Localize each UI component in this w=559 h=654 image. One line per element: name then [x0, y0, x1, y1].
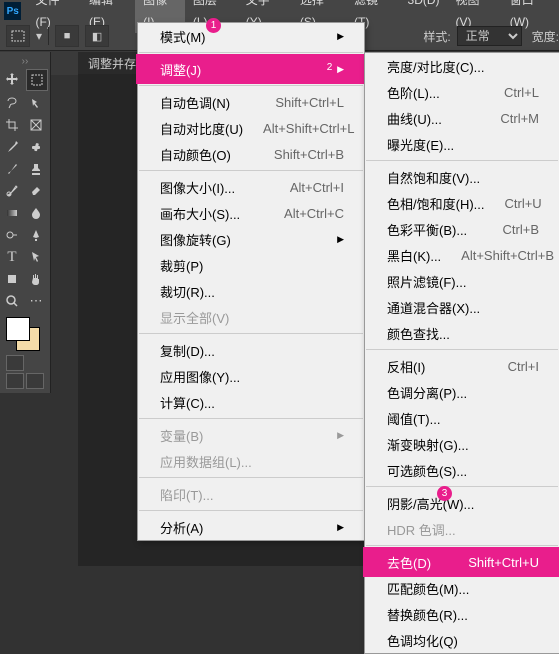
submenu-arrow-icon: ▶ [321, 234, 344, 245]
edit-toolbar-icon[interactable]: ⋯ [26, 291, 46, 311]
style-label: 样式: [423, 28, 450, 45]
style-select[interactable]: 正常 [457, 26, 522, 46]
menu-item[interactable]: 匹配颜色(M)... [365, 575, 559, 601]
menu-item[interactable]: 复制(D)... [138, 337, 364, 363]
menu-item[interactable]: 色彩平衡(B)...Ctrl+B [365, 216, 559, 242]
menu-item[interactable]: 色调均化(Q) [365, 627, 559, 653]
eraser-tool-icon[interactable] [26, 181, 46, 201]
screenmode-toggle[interactable] [2, 373, 48, 389]
type-tool-icon[interactable]: T [2, 247, 22, 267]
menu-item[interactable]: 自动颜色(O)Shift+Ctrl+B [138, 141, 364, 167]
menu-item[interactable]: 色调分离(P)... [365, 379, 559, 405]
menu-item[interactable]: 曲线(U)...Ctrl+M [365, 105, 559, 131]
shape-tool-icon[interactable] [2, 269, 22, 289]
frame-tool-icon[interactable] [26, 115, 46, 135]
menu-item: 陷印(T)... [138, 481, 364, 507]
new-selection-icon[interactable]: ■ [55, 25, 79, 47]
menu-item[interactable]: 颜色查找... [365, 320, 559, 346]
dropdown-icon[interactable]: ▾ [36, 29, 42, 43]
menu-item[interactable]: 黑白(K)...Alt+Shift+Ctrl+B [365, 242, 559, 268]
menu-item[interactable]: 分析(A)▶ [138, 514, 364, 540]
marquee-preset-icon[interactable] [6, 25, 30, 47]
move-tool-icon[interactable] [2, 69, 22, 89]
eyedropper-tool-icon[interactable] [2, 137, 22, 157]
menu-item[interactable]: 亮度/对比度(C)... [365, 53, 559, 79]
menu-item[interactable]: 自然饱和度(V)... [365, 164, 559, 190]
tutorial-badge-3: 3 [437, 486, 452, 501]
menu-item[interactable]: 计算(C)... [138, 389, 364, 415]
blur-tool-icon[interactable] [26, 203, 46, 223]
menu-item[interactable]: 模式(M)▶ [138, 23, 364, 49]
pen-tool-icon[interactable] [26, 225, 46, 245]
crop-tool-icon[interactable] [2, 115, 22, 135]
menu-item[interactable]: 自动对比度(U)Alt+Shift+Ctrl+L [138, 115, 364, 141]
ps-logo-icon: Ps [4, 2, 21, 20]
color-swatches[interactable] [2, 317, 48, 353]
menu-item[interactable]: 画布大小(S)...Alt+Ctrl+C [138, 200, 364, 226]
menu-item[interactable]: 应用图像(Y)... [138, 363, 364, 389]
path-select-tool-icon[interactable] [26, 247, 46, 267]
menu-item[interactable]: 自动色调(N)Shift+Ctrl+L [138, 89, 364, 115]
width-label: 宽度: [532, 28, 559, 45]
menu-item: 显示全部(V) [138, 304, 364, 330]
menu-item[interactable]: 可选颜色(S)... [365, 457, 559, 483]
menu-item[interactable]: 裁切(R)... [138, 278, 364, 304]
submenu-arrow-icon: ▶ [321, 522, 344, 533]
menu-item[interactable]: 阈值(T)... [365, 405, 559, 431]
menu-item[interactable]: 色阶(L)...Ctrl+L [365, 79, 559, 105]
quickmask-toggle[interactable] [2, 355, 48, 371]
gradient-tool-icon[interactable] [2, 203, 22, 223]
menu-item[interactable]: 渐变映射(G)... [365, 431, 559, 457]
menu-item: 应用数据组(L)... [138, 448, 364, 474]
zoom-tool-icon[interactable] [2, 291, 22, 311]
hand-tool-icon[interactable] [26, 269, 46, 289]
menu-item[interactable]: 替换颜色(R)... [365, 601, 559, 627]
quick-select-tool-icon[interactable] [26, 93, 46, 113]
menu-item[interactable]: 图像大小(I)...Alt+Ctrl+I [138, 174, 364, 200]
submenu-arrow-icon: ▶ [321, 430, 344, 441]
stamp-tool-icon[interactable] [26, 159, 46, 179]
menu-item[interactable]: 图像旋转(G)▶ [138, 226, 364, 252]
menu-item: HDR 色调... [365, 516, 559, 542]
tutorial-badge-1: 1 [206, 18, 221, 33]
lasso-tool-icon[interactable] [2, 93, 22, 113]
toolbox-grip-icon: ›› [2, 56, 48, 69]
foreground-color-swatch[interactable] [6, 317, 30, 341]
menu-item: 变量(B)▶ [138, 422, 364, 448]
menu-item[interactable]: 照片滤镜(F)... [365, 268, 559, 294]
menu-item[interactable]: 通道混合器(X)... [365, 294, 559, 320]
marquee-tool-icon[interactable] [26, 69, 48, 91]
history-brush-tool-icon[interactable] [2, 181, 22, 201]
adjustments-submenu: 亮度/对比度(C)...色阶(L)...Ctrl+L曲线(U)...Ctrl+M… [364, 52, 559, 654]
heal-tool-icon[interactable] [26, 137, 46, 157]
menu-item[interactable]: 阴影/高光(W)... [365, 490, 559, 516]
tutorial-badge-2: 2 [322, 60, 337, 75]
submenu-arrow-icon: ▶ [321, 31, 344, 42]
image-menu-dropdown: 模式(M)▶调整(J)▶自动色调(N)Shift+Ctrl+L自动对比度(U)A… [137, 22, 365, 541]
menu-item[interactable]: 色相/饱和度(H)...Ctrl+U [365, 190, 559, 216]
menu-item[interactable]: 裁剪(P) [138, 252, 364, 278]
brush-tool-icon[interactable] [2, 159, 22, 179]
dodge-tool-icon[interactable] [2, 225, 22, 245]
menubar: Ps 文件(F)编辑(E)图像(I)图层(L)文字(Y)选择(S)滤镜(T)3D… [0, 0, 559, 22]
menu-item[interactable]: 反相(I)Ctrl+I [365, 353, 559, 379]
add-selection-icon[interactable]: ◧ [85, 25, 109, 47]
menu-item[interactable]: 曝光度(E)... [365, 131, 559, 157]
menu-item[interactable]: 去色(D)Shift+Ctrl+U [363, 547, 559, 577]
toolbox: ›› T ⋯ [0, 52, 51, 393]
